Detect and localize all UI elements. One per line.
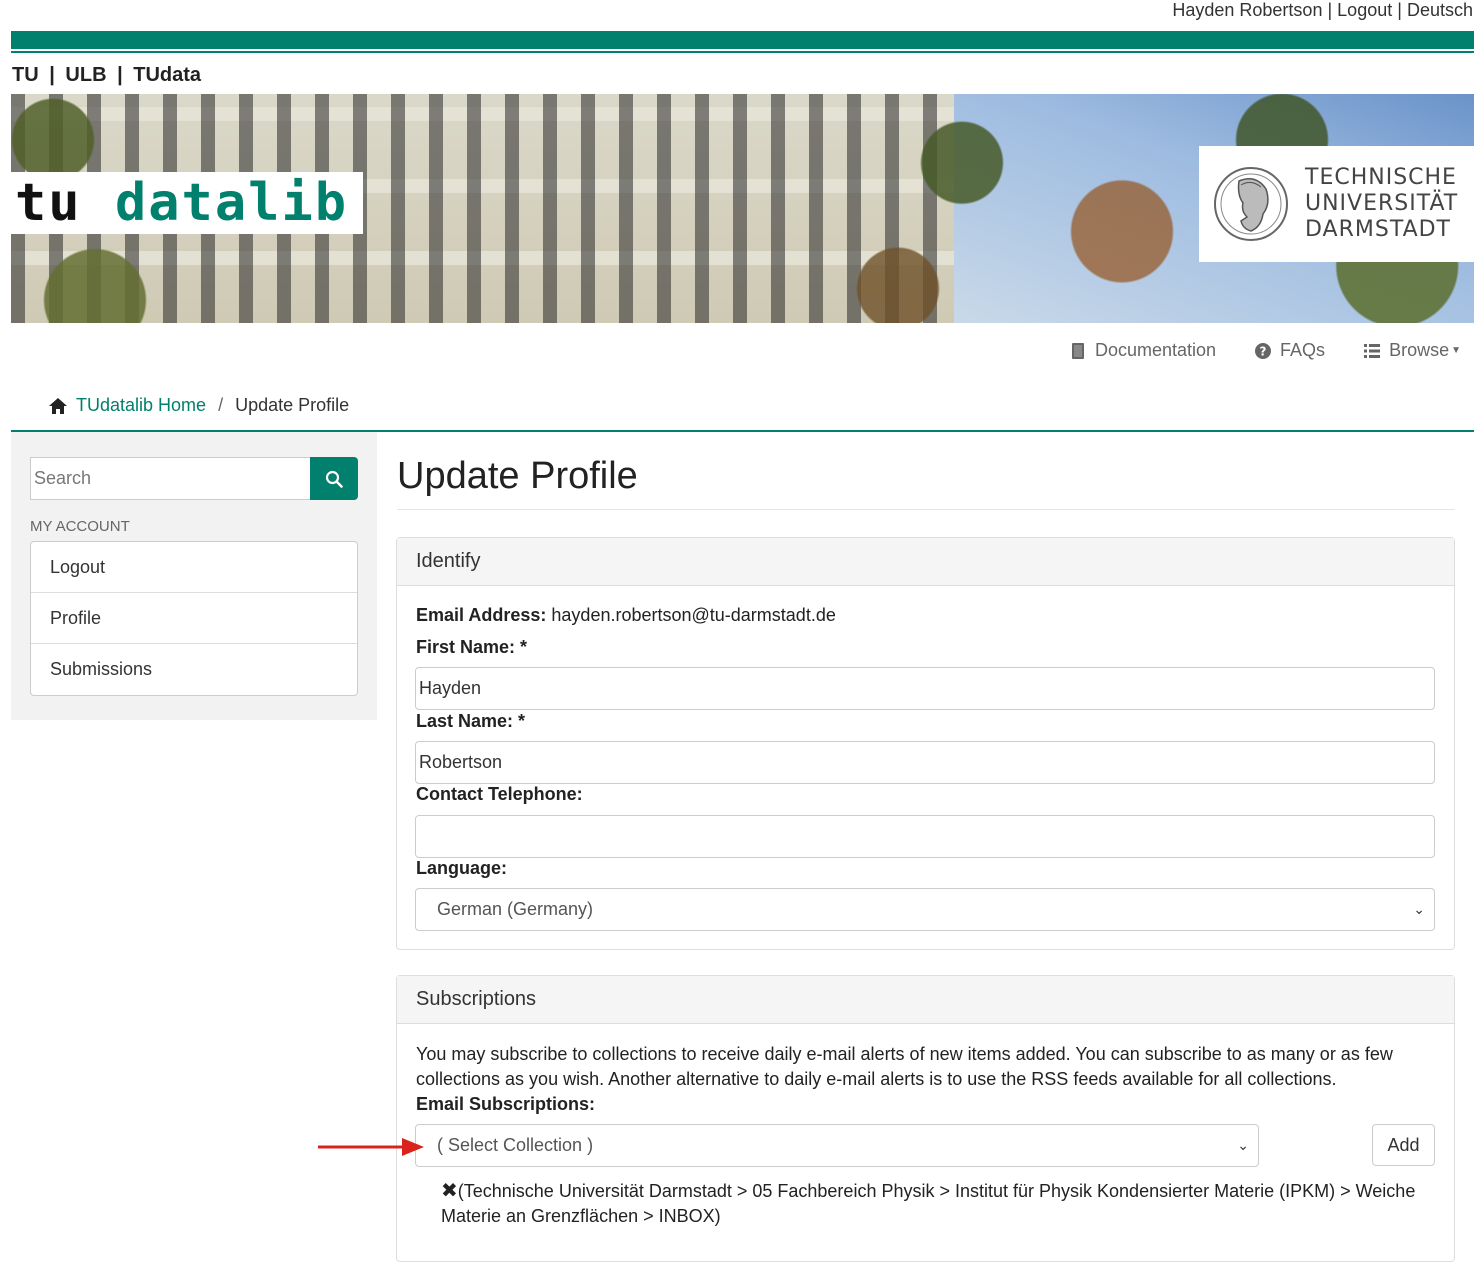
book-icon <box>1071 342 1084 359</box>
breadcrumb: TUdatalib Home / Update Profile <box>48 395 349 416</box>
logo-tu: TU <box>15 173 82 233</box>
sidebar-item-logout[interactable]: Logout <box>31 542 357 593</box>
caret-down-icon: ▼ <box>1451 345 1461 356</box>
nav-browse-label: Browse <box>1389 340 1450 360</box>
breadcrumb-separator: / <box>218 395 224 415</box>
page-title: Update Profile <box>397 455 638 497</box>
nav-documentation-label: Documentation <box>1094 340 1217 360</box>
nav-documentation[interactable]: Documentation <box>1069 340 1216 361</box>
tu-darmstadt-logo[interactable]: TECHNISCHE UNIVERSITÄT DARMSTADT <box>1199 146 1474 262</box>
email-row: Email Address: hayden.robertson@tu-darms… <box>416 605 836 626</box>
nav-faqs[interactable]: ? FAQs <box>1254 340 1325 361</box>
search-icon <box>325 470 343 488</box>
identify-panel: Identify Email Address: hayden.robertson… <box>396 537 1455 950</box>
top-nav: Documentation ? FAQs Browse ▼ <box>1069 340 1461 361</box>
remove-subscription-icon[interactable]: ✖ <box>441 1180 458 1202</box>
telephone-field[interactable] <box>415 815 1435 858</box>
separator: | <box>49 64 55 86</box>
breadcrumb-home-link[interactable]: TUdatalib Home <box>76 395 206 416</box>
title-divider <box>397 509 1455 510</box>
question-circle-icon: ? <box>1255 342 1272 359</box>
language-select-value: German (Germany) <box>437 899 594 919</box>
user-bar: Hayden Robertson | Logout | Deutsch <box>1172 0 1473 20</box>
sidebar-search <box>30 457 358 500</box>
university-line-2: UNIVERSITÄT <box>1305 191 1459 216</box>
header-banner: TU datalib TECHNISCHE UNIVERSITÄT DARMST… <box>11 94 1474 323</box>
athene-seal-icon <box>1214 167 1288 241</box>
svg-text:?: ? <box>1260 344 1267 358</box>
subscription-item: ✖(Technische Universität Darmstadt > 05 … <box>441 1179 1421 1229</box>
email-value: hayden.robertson@tu-darmstadt.de <box>551 605 836 625</box>
telephone-label: Contact Telephone: <box>416 784 583 804</box>
logo-datalib: datalib <box>114 173 349 233</box>
separator: | <box>1397 0 1402 20</box>
annotation-arrow-icon <box>318 1138 424 1156</box>
nav-browse-dropdown[interactable]: Browse ▼ <box>1363 340 1461 361</box>
sidebar-item-submissions[interactable]: Submissions <box>31 644 357 695</box>
university-line-3: DARMSTADT <box>1305 217 1451 242</box>
email-label: Email Address: <box>416 605 547 625</box>
language-select[interactable]: German (Germany) ⌄ <box>415 888 1435 931</box>
last-name-label: Last Name: * <box>416 711 526 731</box>
site-link-ulb[interactable]: ULB <box>65 64 106 86</box>
user-name-link[interactable]: Hayden Robertson <box>1172 0 1322 20</box>
my-account-heading: MY ACCOUNT <box>30 518 130 535</box>
sidebar-item-profile[interactable]: Profile <box>31 593 357 644</box>
last-name-field[interactable] <box>415 741 1435 784</box>
collection-select[interactable]: ( Select Collection ) ⌄ <box>415 1124 1259 1167</box>
collection-select-value: ( Select Collection ) <box>437 1135 594 1155</box>
language-label: Language: <box>416 858 508 878</box>
breadcrumb-current: Update Profile <box>235 395 350 415</box>
separator: | <box>117 64 123 86</box>
email-subscriptions-label: Email Subscriptions: <box>416 1094 596 1114</box>
site-link-tu[interactable]: TU <box>12 64 39 86</box>
subscriptions-panel: Subscriptions You may subscribe to colle… <box>396 975 1455 1262</box>
list-icon <box>1364 343 1381 358</box>
logout-link[interactable]: Logout <box>1337 0 1392 20</box>
search-button[interactable] <box>310 457 358 500</box>
sidebar: MY ACCOUNT Logout Profile Submissions <box>11 432 377 720</box>
home-icon <box>49 397 67 414</box>
site-link-tudata[interactable]: TUdata <box>133 64 201 86</box>
identify-heading: Identify <box>397 538 1454 586</box>
chevron-down-icon: ⌄ <box>1413 901 1425 917</box>
site-links: TU | ULB | TUdata <box>12 64 201 87</box>
language-switch-link[interactable]: Deutsch <box>1407 0 1473 20</box>
subscriptions-heading: Subscriptions <box>397 976 1454 1024</box>
add-subscription-button[interactable]: Add <box>1372 1124 1435 1166</box>
header-green-bar <box>11 31 1474 49</box>
nav-faqs-label: FAQs <box>1280 340 1326 360</box>
account-menu: Logout Profile Submissions <box>30 541 358 696</box>
header-green-line <box>11 51 1474 53</box>
separator: | <box>1327 0 1333 20</box>
chevron-down-icon: ⌄ <box>1237 1137 1249 1153</box>
tudatalib-logo[interactable]: TU datalib <box>11 172 363 234</box>
first-name-field[interactable] <box>415 667 1435 710</box>
first-name-label: First Name: * <box>416 637 528 657</box>
subscription-path: (Technische Universität Darmstadt > 05 F… <box>441 1181 1416 1226</box>
university-line-1: TECHNISCHE <box>1305 165 1457 190</box>
university-name: TECHNISCHE UNIVERSITÄT DARMSTADT <box>1305 165 1458 243</box>
search-input[interactable] <box>30 457 310 500</box>
subscriptions-description: You may subscribe to collections to rece… <box>416 1044 1393 1089</box>
